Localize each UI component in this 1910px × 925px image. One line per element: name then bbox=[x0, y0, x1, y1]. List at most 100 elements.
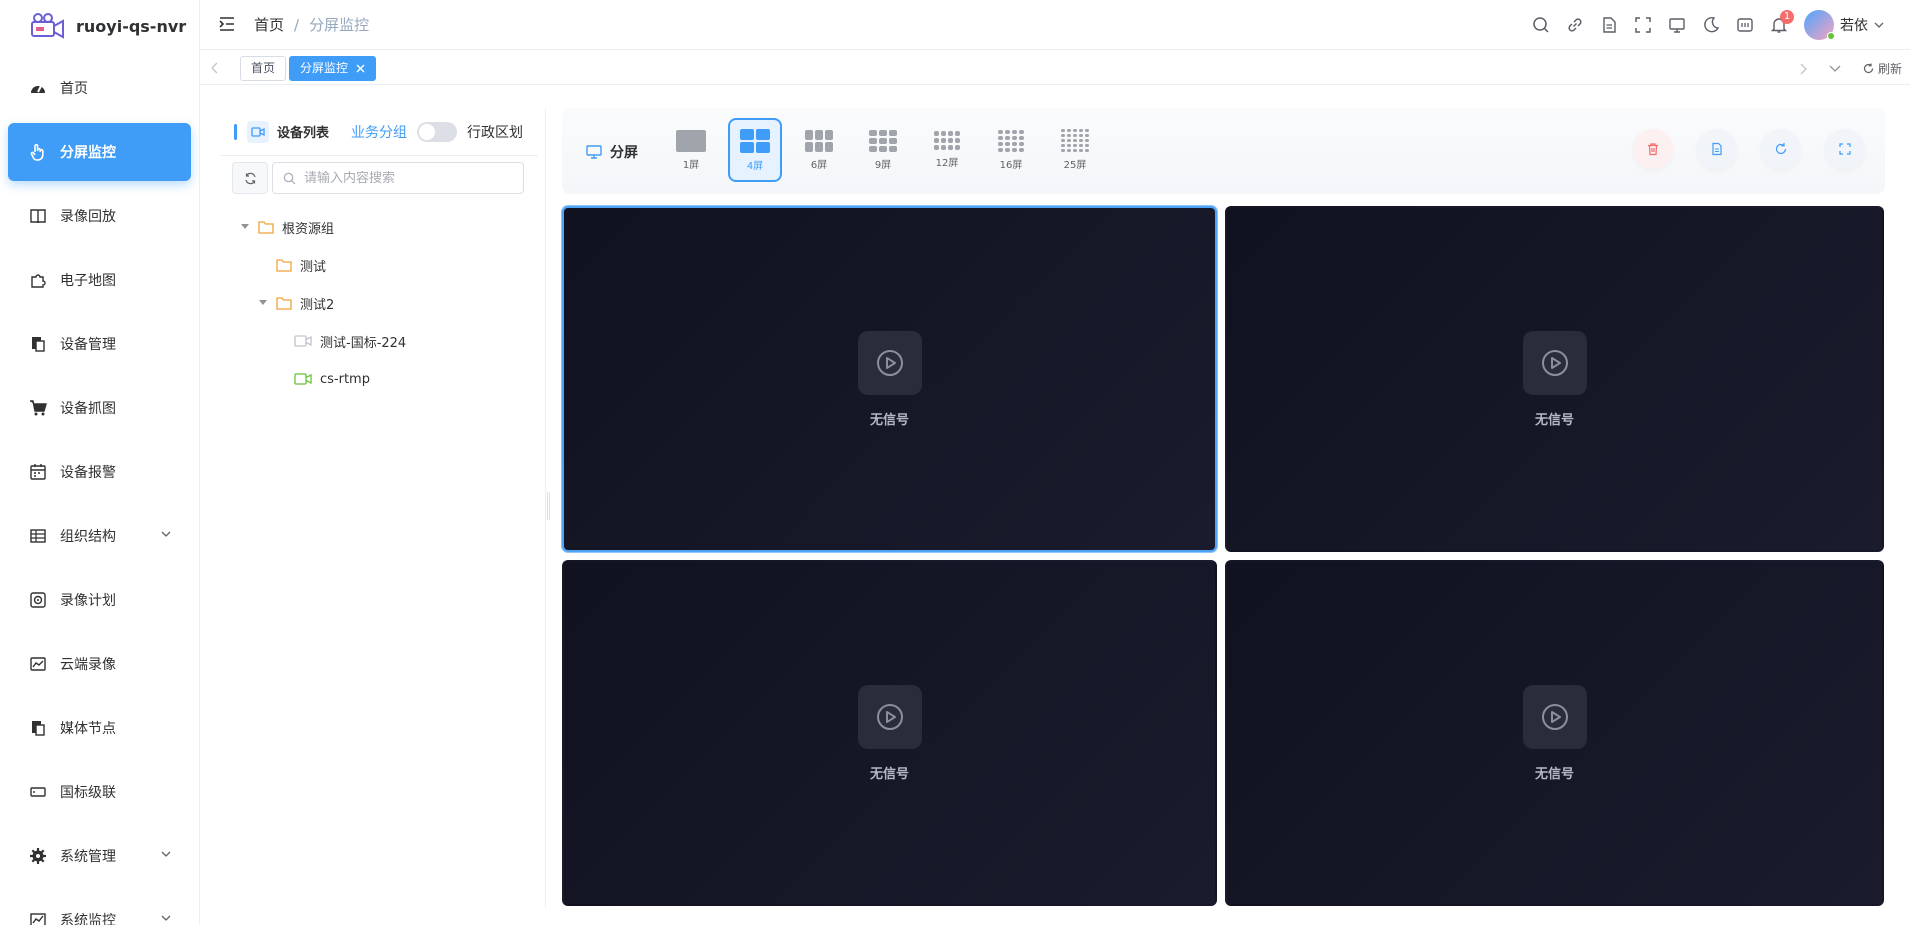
sidebar-item-organization[interactable]: 组织结构 bbox=[8, 507, 191, 565]
close-icon[interactable] bbox=[356, 64, 365, 73]
chart-icon bbox=[28, 654, 48, 674]
layout-12-button[interactable]: 12屏 bbox=[920, 118, 974, 182]
tree-node-root[interactable]: 根资源组 bbox=[220, 208, 538, 246]
caret-down-icon[interactable] bbox=[256, 300, 270, 306]
no-signal-label: 无信号 bbox=[869, 766, 909, 782]
layout-16-icon bbox=[998, 129, 1024, 152]
document-icon[interactable] bbox=[1592, 8, 1626, 42]
sidebar-item-cloud-record[interactable]: 云端录像 bbox=[8, 635, 191, 693]
fullscreen-icon[interactable] bbox=[1626, 8, 1660, 42]
tags-actions: 刷新 bbox=[1799, 60, 1902, 77]
folder-icon bbox=[276, 258, 292, 272]
sidebar-item-media-node[interactable]: 媒体节点 bbox=[8, 699, 191, 757]
sidebar-item-system-monitor[interactable]: 系统监控 bbox=[8, 891, 191, 925]
layout-6-button[interactable]: 6屏 bbox=[792, 118, 846, 182]
sidebar-item-label: 组织结构 bbox=[60, 529, 116, 545]
layout-4-icon bbox=[740, 128, 770, 153]
admin-region-tab[interactable]: 行政区划 bbox=[467, 122, 523, 142]
clear-all-button[interactable] bbox=[1633, 129, 1673, 169]
layout-9-icon bbox=[869, 129, 897, 152]
tree-node-test2[interactable]: 测试2 bbox=[220, 284, 538, 322]
sidebar-item-split-monitor[interactable]: 分屏监控 bbox=[8, 123, 191, 181]
sidebar-item-record-plan[interactable]: 录像计划 bbox=[8, 571, 191, 629]
user-menu[interactable]: 若依 bbox=[1804, 10, 1884, 40]
snapshot-button[interactable] bbox=[1697, 129, 1737, 169]
layout-9-button[interactable]: 9屏 bbox=[856, 118, 910, 182]
sidebar-item-label: 电子地图 bbox=[60, 273, 116, 289]
notification-badge: 1 bbox=[1780, 10, 1794, 24]
link-icon[interactable] bbox=[1558, 8, 1592, 42]
sidebar-item-system-management[interactable]: 系统管理 bbox=[8, 827, 191, 885]
sidebar-item-alarm[interactable]: 设备报警 bbox=[8, 443, 191, 501]
sidebar-item-home[interactable]: 首页 bbox=[8, 59, 191, 117]
layout-4-button[interactable]: 4屏 bbox=[728, 118, 782, 182]
tag-home[interactable]: 首页 bbox=[240, 56, 287, 81]
sidebar-item-map[interactable]: 电子地图 bbox=[8, 251, 191, 309]
dashboard-icon bbox=[28, 78, 48, 98]
layout-label: 9屏 bbox=[874, 159, 892, 171]
search-icon bbox=[283, 172, 296, 185]
chevron-right-icon[interactable] bbox=[1799, 63, 1807, 75]
tree-node-label: 测试 bbox=[300, 259, 327, 275]
device-tree: 根资源组 测试 测试2 测试-国标-224 cs-rtmp bbox=[220, 208, 538, 398]
business-group-tab[interactable]: 业务分组 bbox=[351, 122, 407, 142]
camera-online-icon bbox=[294, 373, 312, 385]
hand-icon bbox=[28, 142, 48, 162]
video-cell-2[interactable]: 无信号 bbox=[1225, 206, 1884, 552]
tree-node-camera-gb224[interactable]: 测试-国标-224 bbox=[220, 322, 538, 360]
tree-search-input[interactable] bbox=[304, 170, 504, 186]
calendar-icon bbox=[28, 462, 48, 482]
chevron-left-icon[interactable] bbox=[210, 62, 220, 74]
caret-down-icon[interactable] bbox=[238, 224, 252, 230]
sidebar-item-cascade[interactable]: 国标级联 bbox=[8, 763, 191, 821]
layout-1-button[interactable]: 1屏 bbox=[664, 118, 718, 182]
video-cell-1[interactable]: 无信号 bbox=[562, 206, 1217, 552]
sidebar-item-device-management[interactable]: 设备管理 bbox=[8, 315, 191, 373]
video-cell-3[interactable]: 无信号 bbox=[562, 560, 1217, 906]
breadcrumb-home[interactable]: 首页 bbox=[254, 14, 284, 35]
panel-divider bbox=[545, 108, 546, 908]
play-icon[interactable] bbox=[1522, 330, 1587, 395]
toolbar-actions bbox=[1633, 129, 1865, 169]
play-icon[interactable] bbox=[857, 330, 922, 395]
sidebar-item-snapshot[interactable]: 设备抓图 bbox=[8, 379, 191, 437]
sidebar-item-label: 系统管理 bbox=[60, 849, 116, 865]
resize-handle[interactable] bbox=[547, 492, 550, 520]
puzzle-icon bbox=[28, 270, 48, 290]
moon-icon[interactable] bbox=[1694, 8, 1728, 42]
group-mode-toggle[interactable] bbox=[417, 121, 458, 142]
navbar-actions: 1 若依 bbox=[1524, 0, 1910, 50]
refresh-button[interactable]: 刷新 bbox=[1863, 60, 1902, 77]
chevron-down-icon bbox=[1874, 20, 1884, 30]
refresh-button[interactable] bbox=[1761, 129, 1801, 169]
layout-icon[interactable] bbox=[1728, 8, 1762, 42]
sidebar-item-label: 设备管理 bbox=[60, 337, 116, 353]
tree-node-test[interactable]: 测试 bbox=[220, 246, 538, 284]
layout-16-button[interactable]: 16屏 bbox=[984, 118, 1038, 182]
tag-split-monitor[interactable]: 分屏监控 bbox=[289, 56, 377, 81]
no-signal-label: 无信号 bbox=[1534, 766, 1574, 782]
layout-6-icon bbox=[805, 129, 833, 152]
play-icon[interactable] bbox=[857, 684, 922, 749]
play-icon[interactable] bbox=[1522, 684, 1587, 749]
breadcrumb: 首页 / 分屏监控 bbox=[254, 14, 369, 35]
bell-icon[interactable]: 1 bbox=[1762, 8, 1796, 42]
search-icon[interactable] bbox=[1524, 8, 1558, 42]
toggle-knob bbox=[419, 123, 436, 140]
sidebar-item-label: 录像计划 bbox=[60, 593, 116, 609]
split-toolbar: 分屏 1屏 4屏 6屏 9屏 12屏 16屏 25屏 bbox=[562, 108, 1885, 194]
sidebar-item-label: 云端录像 bbox=[60, 657, 116, 673]
logo[interactable]: ruoyi-qs-nvr bbox=[0, 0, 199, 52]
layout-25-button[interactable]: 25屏 bbox=[1048, 118, 1102, 182]
menu-fold-icon[interactable] bbox=[218, 15, 236, 33]
layout-label: 1屏 bbox=[682, 159, 700, 171]
tree-node-camera-rtmp[interactable]: cs-rtmp bbox=[220, 360, 538, 398]
sidebar-item-playback[interactable]: 录像回放 bbox=[8, 187, 191, 245]
screen-icon[interactable] bbox=[1660, 8, 1694, 42]
chevron-down-icon[interactable] bbox=[1829, 65, 1841, 73]
layout-1-icon bbox=[676, 129, 706, 152]
tree-refresh-button[interactable] bbox=[232, 162, 268, 194]
fullscreen-button[interactable] bbox=[1825, 129, 1865, 169]
refresh-label: 刷新 bbox=[1877, 62, 1902, 76]
video-cell-4[interactable]: 无信号 bbox=[1225, 560, 1884, 906]
